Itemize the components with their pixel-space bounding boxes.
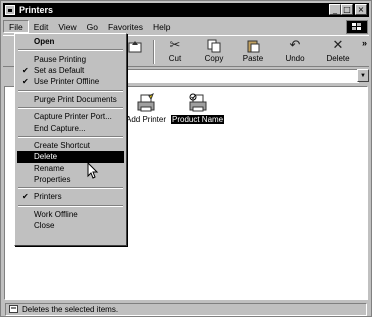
menu-item-label: Rename bbox=[34, 163, 65, 173]
paste-icon bbox=[247, 40, 260, 53]
menu-file[interactable]: File bbox=[3, 20, 29, 33]
mouse-pointer-icon bbox=[87, 162, 99, 179]
windows-flag-icon bbox=[352, 23, 361, 30]
menu-item-close[interactable]: Close bbox=[17, 220, 124, 231]
paste-label: Paste bbox=[242, 54, 264, 63]
menu-item-label: Use Printer Offline bbox=[34, 77, 100, 87]
menu-item-label: Printers bbox=[34, 192, 62, 202]
menu-go[interactable]: Go bbox=[82, 20, 103, 33]
cut-label: Cut bbox=[168, 54, 182, 63]
menu-item-label: Properties bbox=[34, 175, 71, 185]
menu-item-delete[interactable]: Delete bbox=[17, 151, 124, 163]
menu-item-label: Purge Print Documents bbox=[34, 94, 117, 104]
menu-bar: File Edit View Go Favorites Help bbox=[3, 19, 369, 34]
status-bar: Deletes the selected items. bbox=[3, 302, 369, 316]
checkmark-icon: ✔ bbox=[22, 77, 29, 87]
add-printer-item[interactable]: Add Printer bbox=[125, 92, 167, 124]
copy-label: Copy bbox=[204, 54, 224, 63]
menu-item-end-capture[interactable]: End Capture... bbox=[17, 122, 124, 133]
add-printer-icon bbox=[137, 92, 155, 112]
cut-icon: ✂ bbox=[169, 38, 181, 53]
maximize-button[interactable]: □ bbox=[341, 4, 353, 15]
menu-item-label: Delete bbox=[34, 152, 58, 162]
cut-button[interactable]: ✂ Cut bbox=[157, 38, 193, 66]
menu-item-work-offline[interactable]: Work Offline bbox=[17, 209, 124, 220]
menu-item-purge-print-documents[interactable]: Purge Print Documents bbox=[17, 94, 124, 105]
menu-item-rename[interactable]: Rename bbox=[17, 163, 124, 174]
menu-item-label: Open bbox=[34, 37, 55, 47]
menu-item-capture-printer-port[interactable]: Capture Printer Port... bbox=[17, 111, 124, 122]
add-printer-label: Add Printer bbox=[126, 115, 167, 124]
copy-icon bbox=[207, 39, 221, 53]
menu-item-label: Set as Default bbox=[34, 65, 85, 75]
toolbar-separator bbox=[153, 40, 155, 64]
printers-folder-icon bbox=[5, 5, 15, 15]
menu-item-label: Close bbox=[34, 221, 55, 231]
menu-favorites[interactable]: Favorites bbox=[103, 20, 148, 33]
status-menu-icon bbox=[9, 305, 18, 313]
toolbar-more-chevron[interactable]: » bbox=[362, 38, 367, 48]
copy-button[interactable]: Copy bbox=[196, 38, 232, 66]
menu-item-label: Create Shortcut bbox=[34, 140, 91, 150]
address-field[interactable] bbox=[127, 69, 359, 83]
file-menu-dropdown: Open Pause Printing ✔ Set as Default ✔ Use Pr… bbox=[14, 33, 127, 246]
address-dropdown-button[interactable]: ▼ bbox=[357, 69, 369, 82]
delete-button[interactable]: ✕ Delete bbox=[320, 38, 356, 66]
status-text: Deletes the selected items. bbox=[22, 304, 119, 314]
undo-button[interactable]: ↶ Undo bbox=[277, 38, 313, 66]
chevron-down-icon: ▼ bbox=[360, 72, 366, 79]
menu-item-label: End Capture... bbox=[34, 123, 86, 133]
delete-icon: ✕ bbox=[332, 38, 344, 53]
menu-edit[interactable]: Edit bbox=[29, 20, 54, 33]
paste-button[interactable]: Paste bbox=[235, 38, 271, 66]
menu-item-create-shortcut[interactable]: Create Shortcut bbox=[17, 140, 124, 151]
menu-item-pause-printing[interactable]: Pause Printing bbox=[17, 53, 124, 64]
printer-icon bbox=[189, 93, 207, 112]
menu-item-open[interactable]: Open bbox=[17, 36, 124, 47]
undo-label: Undo bbox=[285, 54, 305, 63]
menu-item-properties[interactable]: Properties bbox=[17, 174, 124, 185]
checkmark-icon: ✔ bbox=[22, 192, 29, 202]
menu-item-use-printer-offline[interactable]: ✔ Use Printer Offline bbox=[17, 76, 124, 87]
status-panel: Deletes the selected items. bbox=[5, 302, 367, 316]
delete-label: Delete bbox=[326, 54, 350, 63]
undo-icon: ↶ bbox=[289, 38, 301, 53]
product-printer-item[interactable]: Product Name bbox=[171, 92, 225, 124]
menu-help[interactable]: Help bbox=[148, 20, 175, 33]
checkmark-icon: ✔ bbox=[22, 65, 29, 75]
minimize-button[interactable]: _ bbox=[329, 4, 341, 15]
close-button[interactable]: × bbox=[355, 4, 367, 15]
window-title: Printers bbox=[19, 5, 54, 15]
menu-item-set-as-default[interactable]: ✔ Set as Default bbox=[17, 65, 124, 76]
up-folder-icon bbox=[128, 41, 142, 53]
menu-item-label: Pause Printing bbox=[34, 54, 87, 64]
menu-item-label: Work Offline bbox=[34, 209, 78, 219]
product-name-label: Product Name bbox=[171, 115, 225, 124]
menu-view[interactable]: View bbox=[53, 20, 81, 33]
windows-logo-icon bbox=[346, 20, 368, 34]
menu-item-printers[interactable]: ✔ Printers bbox=[17, 191, 124, 202]
menu-item-label: Capture Printer Port... bbox=[34, 112, 112, 122]
window-controls: _ □ × bbox=[329, 4, 367, 15]
title-bar[interactable]: Printers _ □ × bbox=[3, 3, 369, 17]
